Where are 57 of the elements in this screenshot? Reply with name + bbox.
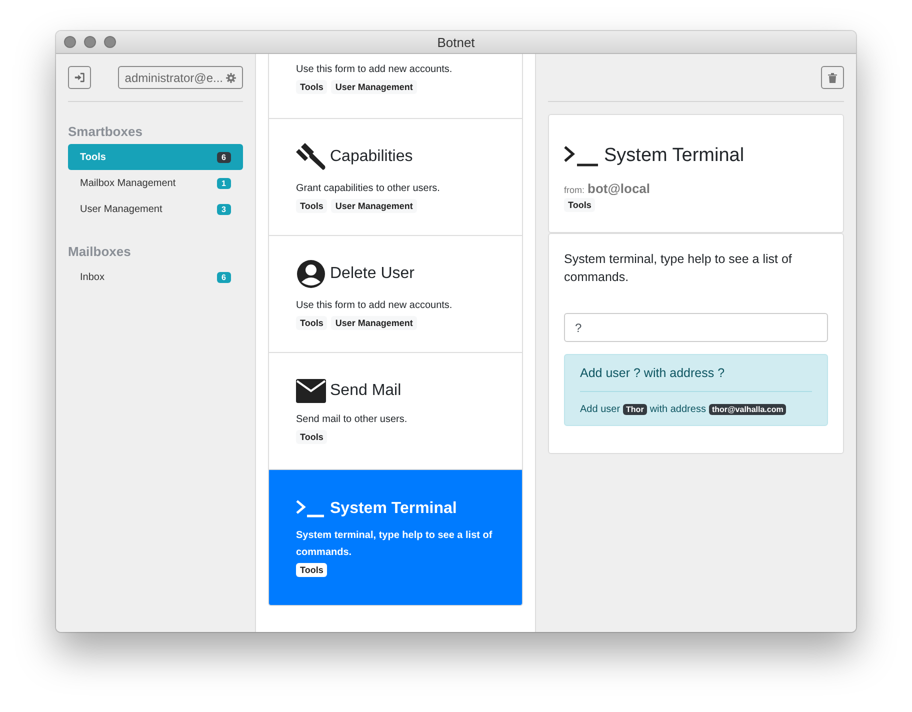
logout-button[interactable] (68, 66, 91, 89)
card-title: System Terminal (330, 500, 457, 518)
count-badge: 1 (216, 178, 231, 188)
sidebar-item[interactable]: Mailbox Management 1 (68, 170, 243, 196)
tag: User Management (331, 80, 417, 94)
card-title: Capabilities (330, 148, 413, 166)
delete-button[interactable] (821, 66, 844, 89)
zoom-button[interactable] (104, 36, 116, 48)
user-icon (296, 258, 326, 288)
value-badge: thor@valhalla.com (708, 404, 786, 415)
sidebar-item[interactable]: Tools 6 (68, 144, 243, 170)
gear-icon (226, 72, 236, 82)
tag: Tools (296, 430, 328, 444)
count-badge: 3 (216, 204, 231, 214)
sidebar-item[interactable]: Inbox 6 (68, 264, 243, 290)
card-description: Grant capabilities to other users. (296, 182, 441, 196)
tag: Tools (296, 562, 328, 576)
close-button[interactable] (64, 36, 76, 48)
alert-text: Add user (580, 404, 620, 415)
terminal-icon (296, 498, 326, 518)
tag: Tools (296, 80, 328, 94)
sign-in-icon (74, 72, 85, 83)
list-card[interactable]: Capabilities Grant capabilities to other users. Tools User Management (269, 118, 522, 235)
count-badge: 6 (216, 272, 231, 282)
tag: User Management (331, 198, 417, 212)
tag: User Management (331, 316, 417, 330)
window-title: Botnet (437, 34, 475, 50)
trash-icon (828, 72, 837, 82)
detail-title: System Terminal (604, 145, 744, 167)
alert-text: with address (650, 404, 706, 415)
gavel-icon (296, 142, 326, 172)
list-card[interactable]: Delete User Use this form to add new accounts. Tools User Management (269, 235, 522, 352)
sender-address: bot@local (588, 181, 650, 196)
alert-heading: Add user ? with address ? (580, 366, 726, 380)
tag: Tools (296, 316, 328, 330)
tag: Tools (564, 198, 596, 212)
terminal-icon (564, 145, 600, 167)
count-badge: 6 (216, 152, 231, 162)
from-label: from: (564, 185, 585, 195)
section-heading: Mailboxes (68, 244, 132, 259)
minimize-button[interactable] (84, 36, 96, 48)
list-card[interactable]: System Terminal System terminal, type help to see a list of commands. Tools (269, 469, 522, 605)
card-description: Use this form to add new accounts. (296, 298, 454, 312)
card-description: Send mail to other users. (296, 412, 408, 426)
tag: Tools (296, 198, 328, 212)
card-description: System terminal, type help to see a list of commands. (296, 528, 494, 560)
account-button[interactable]: administrator@e... (118, 66, 243, 89)
sidebar-item[interactable]: User Management 3 (68, 196, 243, 222)
detail-description: System terminal, type help to see a list of commands. (564, 251, 793, 286)
card-title: Send Mail (330, 382, 402, 400)
value-badge: Thor (623, 404, 647, 415)
envelope-icon (296, 378, 326, 402)
list-card[interactable]: Use this form to add new accounts. Tools User Management (269, 54, 522, 118)
card-title: Delete User (330, 264, 414, 282)
card-description: Use this form to add new accounts. (296, 63, 454, 77)
command-input[interactable]: ? (564, 313, 828, 342)
section-heading: Smartboxes (68, 124, 144, 139)
